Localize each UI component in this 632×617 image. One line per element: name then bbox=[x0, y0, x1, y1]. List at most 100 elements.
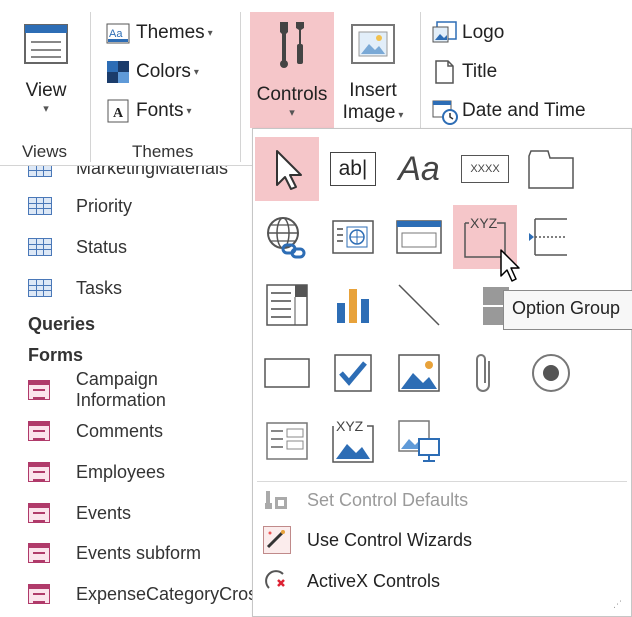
set-control-defaults-item[interactable]: Set Control Defaults bbox=[253, 480, 631, 520]
svg-text:XYZ: XYZ bbox=[470, 215, 498, 231]
insert-image-icon bbox=[398, 420, 440, 462]
fonts-button[interactable]: A Fonts ▾ bbox=[106, 96, 192, 126]
set-control-defaults-label: Set Control Defaults bbox=[307, 489, 469, 510]
list-item-label: Tasks bbox=[76, 277, 123, 298]
page-break-icon bbox=[529, 218, 567, 256]
chevron-down-icon: ▾ bbox=[207, 27, 213, 39]
list-item[interactable]: Employees bbox=[28, 454, 165, 490]
list-item-label: ExpenseCategoryCrosstab bbox=[76, 583, 252, 604]
list-item-label: Campaign Information bbox=[75, 369, 166, 410]
list-item[interactable]: Priority bbox=[28, 188, 132, 224]
list-item-label: Status bbox=[76, 236, 128, 257]
list-item[interactable]: Events bbox=[28, 495, 131, 531]
svg-text:XYZ: XYZ bbox=[336, 418, 364, 434]
list-item-label: Comments bbox=[76, 420, 164, 441]
list-item[interactable]: Campaign Information bbox=[28, 369, 252, 410]
date-and-time-button[interactable]: Date and Time bbox=[432, 96, 586, 126]
logo-button[interactable]: Logo bbox=[432, 18, 504, 48]
form-icon bbox=[28, 462, 50, 482]
bound-object-frame-control[interactable]: XYZ bbox=[321, 409, 385, 473]
colors-button[interactable]: Colors ▾ bbox=[106, 57, 199, 87]
image-icon bbox=[351, 24, 395, 64]
resize-grip[interactable]: ⋰ bbox=[613, 599, 623, 610]
list-item[interactable]: Tasks bbox=[28, 270, 122, 306]
table-icon bbox=[28, 279, 52, 297]
themes-button[interactable]: Aa Themes ▾ bbox=[106, 18, 213, 48]
activex-icon bbox=[263, 568, 289, 594]
mouse-cursor-icon bbox=[500, 249, 520, 282]
insert-image-line2: Image ▾ bbox=[342, 102, 404, 123]
chevron-down-icon: ▾ bbox=[186, 105, 192, 117]
web-browser-icon bbox=[332, 220, 374, 254]
image-frame-icon bbox=[398, 354, 440, 392]
hyperlink-control[interactable] bbox=[255, 205, 319, 269]
list-item[interactable]: Comments bbox=[28, 413, 163, 449]
date-time-icon bbox=[432, 99, 458, 125]
themes-label: Themes bbox=[136, 22, 205, 43]
table-icon bbox=[28, 197, 52, 215]
list-item[interactable]: Status bbox=[28, 229, 127, 265]
chevron-down-icon: ▾ bbox=[193, 66, 199, 78]
view-label: View bbox=[25, 80, 67, 101]
insert-image-line1: Insert bbox=[349, 80, 397, 101]
wand-icon bbox=[263, 526, 291, 554]
controls-caret: ▾ bbox=[289, 107, 295, 119]
logo-icon bbox=[432, 21, 457, 45]
chart-icon bbox=[337, 289, 369, 323]
option-button-control[interactable] bbox=[519, 341, 583, 405]
list-item[interactable]: Events subform bbox=[28, 535, 201, 571]
view-button[interactable]: View ▾ bbox=[10, 14, 82, 134]
form-icon bbox=[28, 503, 50, 523]
use-control-wizards-item[interactable]: Use Control Wizards bbox=[253, 520, 631, 560]
label-icon: Aa bbox=[398, 149, 440, 188]
label-control[interactable]: Aa bbox=[387, 137, 451, 201]
logo-label: Logo bbox=[462, 22, 505, 43]
themes-icon: Aa bbox=[106, 21, 130, 45]
list-item[interactable]: MarketingMaterials bbox=[28, 166, 228, 186]
fonts-icon: A bbox=[106, 99, 130, 123]
button-control[interactable]: XXXX bbox=[453, 137, 517, 201]
list-item-label: Priority bbox=[76, 195, 133, 216]
subform-control[interactable] bbox=[255, 409, 319, 473]
colors-label: Colors bbox=[136, 61, 191, 82]
controls-gallery: ab| Aa XXXX XYZ XYZ Set Control Defaults… bbox=[252, 128, 632, 617]
check-box-control[interactable] bbox=[321, 341, 385, 405]
navigation-control[interactable] bbox=[387, 205, 451, 269]
rectangle-icon bbox=[264, 358, 310, 388]
text-box-icon: ab| bbox=[330, 152, 376, 186]
select-tool[interactable] bbox=[255, 137, 319, 201]
web-browser-control[interactable] bbox=[321, 205, 385, 269]
image-control[interactable] bbox=[387, 409, 451, 473]
insert-page-break-control[interactable] bbox=[519, 205, 583, 269]
title-button[interactable]: Title bbox=[432, 57, 497, 87]
date-and-time-label: Date and Time bbox=[462, 100, 586, 121]
combo-box-icon bbox=[266, 284, 308, 326]
attachment-control[interactable] bbox=[453, 341, 517, 405]
form-icon bbox=[28, 543, 50, 563]
table-icon bbox=[28, 166, 52, 177]
rectangle-control[interactable] bbox=[255, 341, 319, 405]
form-icon bbox=[28, 380, 50, 400]
form-icon bbox=[28, 584, 50, 604]
controls-label: Controls bbox=[256, 84, 328, 105]
activex-controls-item[interactable]: ActiveX Controls bbox=[253, 561, 631, 601]
controls-icon bbox=[280, 22, 304, 68]
svg-text:A: A bbox=[113, 106, 124, 121]
queries-header[interactable]: Queries bbox=[28, 314, 95, 335]
list-item-label: Events bbox=[76, 502, 132, 523]
line-control[interactable] bbox=[387, 273, 451, 337]
divider bbox=[240, 12, 241, 162]
text-box-control[interactable]: ab| bbox=[321, 137, 385, 201]
insert-image-button[interactable]: Insert Image ▾ bbox=[336, 14, 410, 134]
view-icon bbox=[24, 24, 68, 64]
combo-box-control[interactable] bbox=[255, 273, 319, 337]
tab-control[interactable] bbox=[519, 137, 583, 201]
navigation-control-icon bbox=[396, 220, 442, 254]
colors-icon bbox=[106, 60, 130, 84]
forms-header[interactable]: Forms bbox=[28, 345, 83, 366]
tab-control-icon bbox=[528, 150, 574, 189]
controls-button[interactable]: Controls ▾ bbox=[250, 12, 334, 128]
list-item[interactable]: ExpenseCategoryCrosstab bbox=[28, 576, 252, 612]
unbound-object-frame-control[interactable] bbox=[387, 341, 451, 405]
chart-control[interactable] bbox=[321, 273, 385, 337]
